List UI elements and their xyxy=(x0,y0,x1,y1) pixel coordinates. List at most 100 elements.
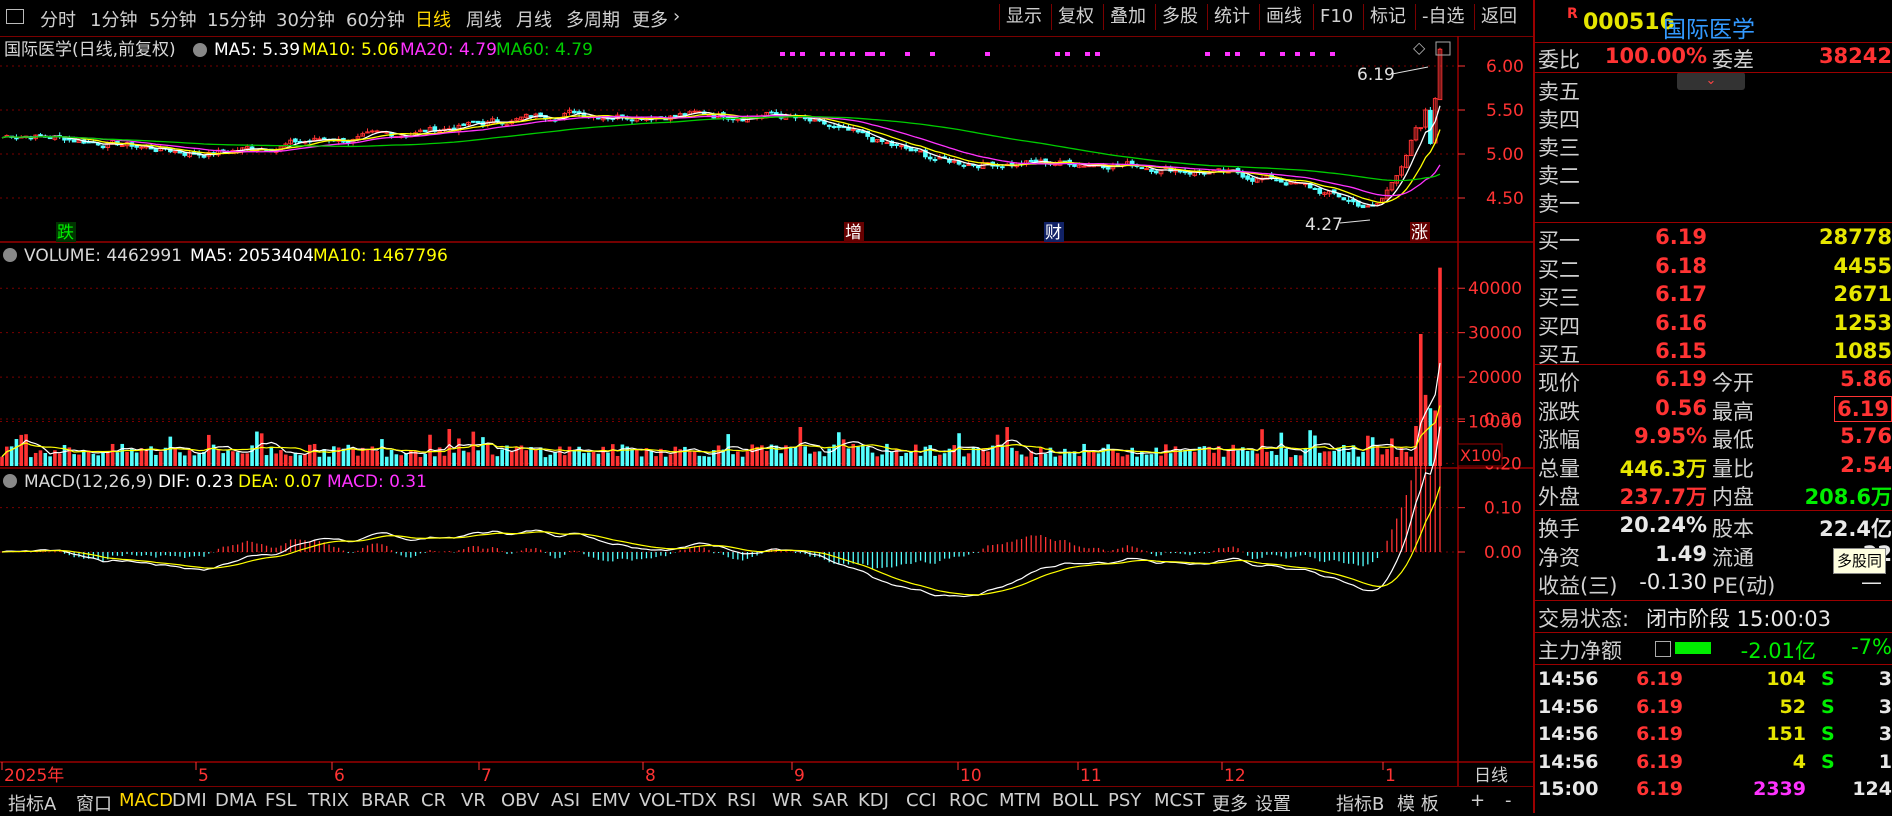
period-tab-5min[interactable]: 5分钟 xyxy=(149,6,196,32)
buy-level-row[interactable]: 买三 6.17 2671 xyxy=(1535,282,1892,310)
weibi-value: 100.00% xyxy=(1604,44,1707,68)
diamond-icon[interactable]: ◇ xyxy=(1413,38,1426,57)
chart-settings-icon[interactable] xyxy=(193,43,207,57)
toolbar-watchlist-button[interactable]: -自选 xyxy=(1415,4,1471,30)
tick-row: 14:56 6.19 52 S 3 xyxy=(1535,696,1892,724)
period-tab-15min[interactable]: 15分钟 xyxy=(207,6,266,32)
indicator-tab[interactable]: 窗口 xyxy=(76,790,112,816)
indicator-tab[interactable]: EMV xyxy=(591,790,630,811)
indicator-tab[interactable]: MTM xyxy=(999,790,1041,811)
toolbar-stats-button[interactable]: 统计 xyxy=(1207,4,1256,30)
indicator-tab[interactable]: PSY xyxy=(1108,790,1141,811)
tick-row: 14:56 6.19 104 S 3 xyxy=(1535,668,1892,696)
period-tab-weekly[interactable]: 周线 xyxy=(466,6,502,32)
stats-row: 外盘 237.7万 内盘 208.6万 xyxy=(1535,481,1892,509)
sell-level-row[interactable]: 卖一 xyxy=(1535,188,1892,216)
indicator-tab[interactable]: KDJ xyxy=(858,790,889,811)
buy-level-label: 买三 xyxy=(1538,286,1580,310)
indicator-tab[interactable]: MCST xyxy=(1154,790,1205,811)
indicator-tab[interactable]: WR xyxy=(772,790,802,811)
indicator-tab[interactable]: TRIX xyxy=(308,790,349,811)
indicator-tab[interactable]: RSI xyxy=(727,790,756,811)
tick-row: 15:00 6.19 2339 124 xyxy=(1535,778,1892,806)
buy-level-volume: 1253 xyxy=(1833,310,1892,335)
toolbar-back-button[interactable]: 返回 xyxy=(1474,4,1523,30)
more-chevron-icon[interactable]: › xyxy=(673,6,680,27)
toolbar-multistock-button[interactable]: 多股 xyxy=(1155,4,1204,30)
tick-count: 1 xyxy=(1878,750,1892,773)
indicator-tab[interactable]: VOL-TDX xyxy=(639,790,717,811)
period-tab-1min[interactable]: 1分钟 xyxy=(90,6,137,32)
indicator-tab[interactable]: 更多 xyxy=(1212,790,1248,816)
buy-level-row[interactable]: 买五 6.15 1085 xyxy=(1535,339,1892,367)
buy-level-price: 6.15 xyxy=(1655,339,1707,363)
finance-value: 20.24% xyxy=(1619,513,1707,537)
zoom-out-button[interactable]: - xyxy=(1505,790,1512,811)
x-axis-label: 5 xyxy=(198,766,209,786)
toolbar-f10-button[interactable]: F10 xyxy=(1313,4,1359,30)
indicator-tab[interactable]: CR xyxy=(421,790,446,811)
toolbar-overlay-button[interactable]: 叠加 xyxy=(1103,4,1152,30)
indicator-tab[interactable]: VR xyxy=(461,790,486,811)
indicator-tab[interactable]: DMA xyxy=(215,790,257,811)
period-tab-multi[interactable]: 多周期 xyxy=(566,6,620,32)
period-tab-30min[interactable]: 30分钟 xyxy=(276,6,335,32)
stat-value: 5.86 xyxy=(1840,367,1892,391)
toolbar-mark-button[interactable]: 标记 xyxy=(1363,4,1412,30)
buy-level-row[interactable]: 买一 6.19 28778 xyxy=(1535,225,1892,253)
flow-detail-icon[interactable] xyxy=(1655,641,1671,657)
sell-level-row[interactable]: 卖四 xyxy=(1535,104,1892,132)
volume-unit-label: X100 xyxy=(1460,446,1502,465)
buy-level-row[interactable]: 买二 6.18 4455 xyxy=(1535,254,1892,282)
template-tab[interactable]: 模 板 xyxy=(1397,790,1439,816)
x-axis-label: 7 xyxy=(481,766,492,786)
kline-chart-area[interactable]: 6.005.505.004.50400003000020000100000.30… xyxy=(0,36,1533,786)
indicator-tab[interactable]: OBV xyxy=(501,790,539,811)
tick-price: 6.19 xyxy=(1636,778,1683,800)
toolbar-display-button[interactable]: 显示 xyxy=(999,4,1048,30)
tick-volume: 151 xyxy=(1766,723,1806,745)
stat-value: 6.19 xyxy=(1655,367,1707,391)
volume-settings-icon[interactable] xyxy=(3,248,17,262)
toolbar-adjust-button[interactable]: 复权 xyxy=(1051,4,1100,30)
period-tab-60min[interactable]: 60分钟 xyxy=(346,6,405,32)
x-axis-label: 8 xyxy=(645,766,656,786)
indicator-tab[interactable]: BOLL xyxy=(1052,790,1098,811)
tick-count: 3 xyxy=(1878,668,1892,690)
trade-status-value: 闭市阶段 15:00:03 xyxy=(1646,607,1831,631)
indicator-tab[interactable]: DMI xyxy=(172,790,207,811)
indicator-tab[interactable]: CCI xyxy=(906,790,936,811)
period-tab-monthly[interactable]: 月线 xyxy=(516,6,552,32)
low-price-label: 4.27 xyxy=(1305,215,1343,235)
stat-value: 208.6万 xyxy=(1804,485,1892,509)
macd-settings-icon[interactable] xyxy=(3,474,17,488)
period-tab-daily[interactable]: 日线 xyxy=(415,6,451,32)
indicator-b-tab[interactable]: 指标B xyxy=(1336,790,1384,816)
indicator-tab[interactable]: 设置 xyxy=(1255,790,1291,816)
indicator-tab[interactable]: ROC xyxy=(949,790,988,811)
indicator-tab[interactable]: SAR xyxy=(812,790,849,811)
indicator-tab[interactable]: MACD xyxy=(119,790,173,811)
tick-row: 14:56 6.19 151 S 3 xyxy=(1535,723,1892,751)
sell-level-row[interactable]: 卖二 xyxy=(1535,160,1892,188)
stat-value: 2.54 xyxy=(1840,452,1892,477)
indicator-tab[interactable]: 指标A xyxy=(8,790,56,816)
volume-ma10-legend: MA10: 1467796 xyxy=(313,246,448,266)
indicator-tab[interactable]: ASI xyxy=(551,790,580,811)
price-axis-tick: 5.50 xyxy=(1486,101,1524,121)
stats-row: 总量 446.3万 量比 2.54 xyxy=(1535,453,1892,481)
zoom-in-button[interactable]: + xyxy=(1470,790,1485,811)
toolbar-draw-button[interactable]: 画线 xyxy=(1259,4,1308,30)
sell-level-row[interactable]: 卖五 xyxy=(1535,76,1892,104)
sell-level-label: 卖五 xyxy=(1538,80,1580,104)
sidebar-toggle-icon[interactable] xyxy=(6,9,24,24)
sell-level-row[interactable]: 卖三 xyxy=(1535,132,1892,160)
period-tab-fenshi[interactable]: 分时 xyxy=(40,6,76,32)
period-tab-more[interactable]: 更多 xyxy=(632,6,668,32)
buy-level-row[interactable]: 买四 6.16 1253 xyxy=(1535,311,1892,339)
indicator-tab[interactable]: BRAR xyxy=(361,790,410,811)
weibi-label: 委比 xyxy=(1538,48,1580,72)
buy-level-label: 买二 xyxy=(1538,257,1580,282)
stat-label: 最低 xyxy=(1712,428,1754,452)
indicator-tab[interactable]: FSL xyxy=(265,790,297,811)
